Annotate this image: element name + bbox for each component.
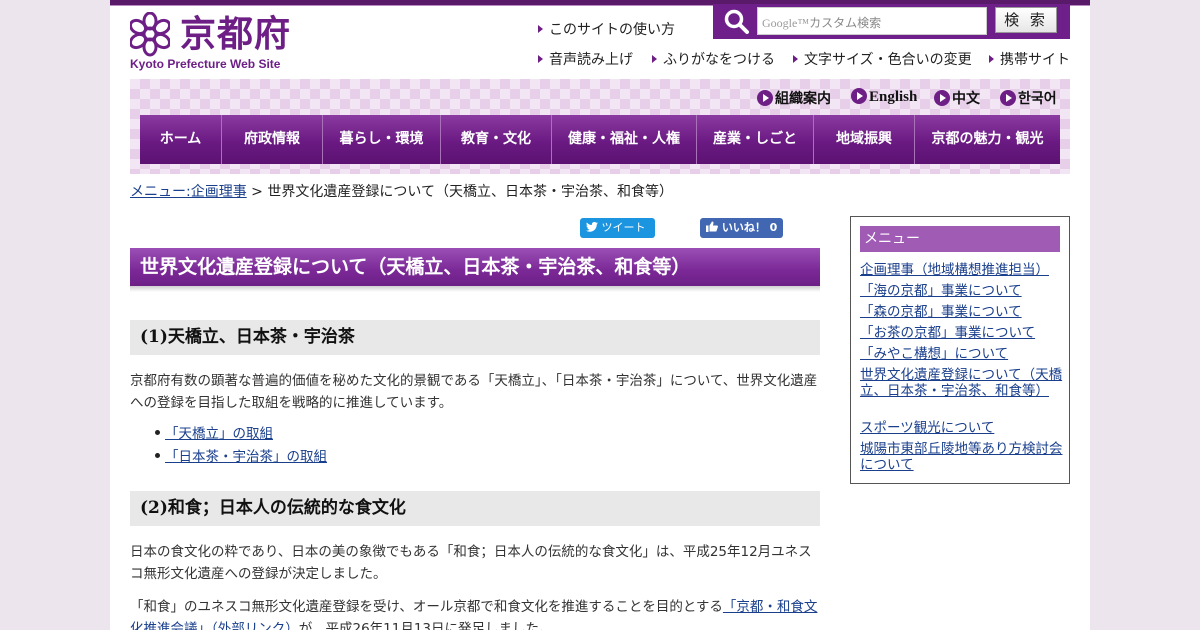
howto-label: このサイトの使い方 — [549, 22, 675, 38]
mobile-link[interactable]: 携帯サイト — [989, 49, 1070, 69]
sidebar-item-joyo[interactable]: 城陽市東部丘陵地等あり方検討会について — [860, 441, 1064, 473]
lang-org-label: 組織案内 — [775, 91, 831, 107]
lang-chinese[interactable]: 中文 — [934, 88, 980, 108]
lang-chinese-label: 中文 — [952, 91, 980, 107]
breadcrumb-separator: > — [246, 184, 268, 200]
lang-korean-label: 한국어 — [1018, 91, 1057, 107]
search-bar: Google™カスタム検索 検 索 — [713, 4, 1070, 39]
furigana-link[interactable]: ふりがなをつける — [652, 49, 775, 69]
search-button[interactable]: 検 索 — [995, 7, 1057, 33]
sidebar-item-sports[interactable]: スポーツ観光について — [860, 420, 1064, 436]
textsize-label: 文字サイズ・色合いの変更 — [804, 52, 972, 68]
page-title: 世界文化遺産登録について（天橋立、日本茶・宇治茶、和食等） — [130, 248, 820, 286]
circle-arrow-icon — [851, 88, 867, 104]
lang-english[interactable]: English — [851, 88, 917, 106]
howto-link[interactable]: このサイトの使い方 — [538, 19, 675, 39]
section-heading-1: (1)天橋立、日本茶・宇治茶 — [130, 320, 820, 355]
nav-tourism[interactable]: 京都の魅力・観光 — [915, 115, 1060, 164]
sidebar-item-planning[interactable]: 企画理事（地域構想推進担当） — [860, 262, 1064, 278]
section2-body2: 「和食」のユネスコ無形文化遺産登録を受け、オール京都で和食文化を推進することを目… — [130, 596, 820, 630]
textsize-link[interactable]: 文字サイズ・色合いの変更 — [793, 49, 972, 69]
amanohashidate-link[interactable]: 「天橋立」の取組 — [165, 426, 273, 442]
circle-arrow-icon — [934, 90, 950, 106]
list-item: 「天橋立」の取組 — [155, 422, 273, 442]
section1-body: 京都府有数の顕著な普遍的価値を秘めた文化的景観である「天橋立」、「日本茶・宇治茶… — [130, 373, 818, 411]
sidebar-item-mori[interactable]: 「森の京都」事業について — [860, 304, 1064, 320]
thumbs-up-icon — [706, 221, 718, 232]
sidebar-heading: メニュー — [860, 226, 1060, 252]
site-logo[interactable]: 京都府 Kyoto Prefecture Web Site — [130, 12, 292, 71]
section2-body1: 日本の食文化の粋であり、日本の美の象徴でもある「和食；日本人の伝統的な食文化」は… — [130, 544, 812, 582]
lang-org[interactable]: 組織案内 — [757, 88, 831, 108]
site-subtitle: Kyoto Prefecture Web Site — [130, 57, 281, 71]
sidebar-item-umi[interactable]: 「海の京都」事業について — [860, 283, 1064, 299]
arrow-right-icon — [793, 55, 798, 63]
ujicha-link[interactable]: 「日本茶・宇治茶」の取組 — [165, 449, 327, 465]
nav-education[interactable]: 教育・文化 — [441, 115, 552, 164]
search-input[interactable]: Google™カスタム検索 — [757, 7, 987, 35]
kyoto-emblem-icon — [130, 12, 170, 57]
tweet-button[interactable]: ツイート — [580, 218, 655, 238]
nav-industry[interactable]: 産業・しごと — [697, 115, 814, 164]
furigana-label: ふりがなをつける — [663, 52, 775, 68]
arrow-right-icon — [538, 55, 543, 63]
breadcrumb: メニュー:企画理事 > 世界文化遺産登録について（天橋立、日本茶・宇治茶、和食等… — [130, 181, 673, 201]
section-heading-2: (2)和食；日本人の伝統的な食文化 — [130, 491, 820, 526]
voice-label: 音声読み上げ — [549, 52, 633, 68]
sidebar-item-miyako[interactable]: 「みやこ構想」について — [860, 346, 1064, 362]
breadcrumb-current: 世界文化遺産登録について（天橋立、日本茶・宇治茶、和食等） — [267, 184, 673, 200]
nav-living[interactable]: 暮らし・環境 — [323, 115, 441, 164]
circle-arrow-icon — [1000, 90, 1016, 106]
circle-arrow-icon — [757, 90, 773, 106]
global-nav: ホーム 府政情報 暮らし・環境 教育・文化 健康・福祉・人権 産業・しごと 地域… — [140, 115, 1060, 164]
section2-body2-suffix: が、平成26年11月13日に発足しました。 — [298, 621, 553, 630]
search-icon — [724, 9, 749, 34]
search-placeholder: カスタム検索 — [809, 16, 882, 30]
mobile-label: 携帯サイト — [1000, 52, 1070, 68]
google-brand: Google™ — [762, 16, 810, 30]
sidebar-menu: メニュー 企画理事（地域構想推進担当） 「海の京都」事業について 「森の京都」事… — [850, 216, 1070, 484]
nav-region[interactable]: 地域振興 — [814, 115, 915, 164]
arrow-right-icon — [652, 55, 657, 63]
breadcrumb-link[interactable]: メニュー:企画理事 — [130, 184, 247, 200]
like-label: いいね！ 0 — [721, 221, 778, 234]
sidebar-item-ocha[interactable]: 「お茶の京都」事業について — [860, 325, 1064, 341]
nav-health[interactable]: 健康・福祉・人権 — [552, 115, 697, 164]
nav-home[interactable]: ホーム — [140, 115, 222, 164]
section2-body2-prefix: 「和食」のユネスコ無形文化遺産登録を受け、オール京都で和食文化を推進することを目… — [130, 599, 723, 615]
nav-government[interactable]: 府政情報 — [222, 115, 323, 164]
page: 京都府 Kyoto Prefecture Web Site Google™カスタ… — [110, 0, 1090, 630]
title-shadow — [130, 286, 820, 292]
list-item: 「日本茶・宇治茶」の取組 — [155, 445, 327, 465]
twitter-bird-icon — [586, 221, 598, 232]
voice-link[interactable]: 音声読み上げ — [538, 49, 633, 69]
tweet-label: ツイート — [601, 221, 646, 234]
like-button[interactable]: いいね！ 0 — [700, 218, 783, 238]
arrow-right-icon — [538, 25, 543, 33]
arrow-right-icon — [989, 55, 994, 63]
site-title: 京都府 — [180, 14, 292, 55]
sidebar-item-heritage[interactable]: 世界文化遺産登録について（天橋立、日本茶・宇治茶、和食等） — [860, 367, 1064, 399]
lang-english-label: English — [869, 89, 918, 105]
lang-korean[interactable]: 한국어 — [1000, 88, 1057, 108]
